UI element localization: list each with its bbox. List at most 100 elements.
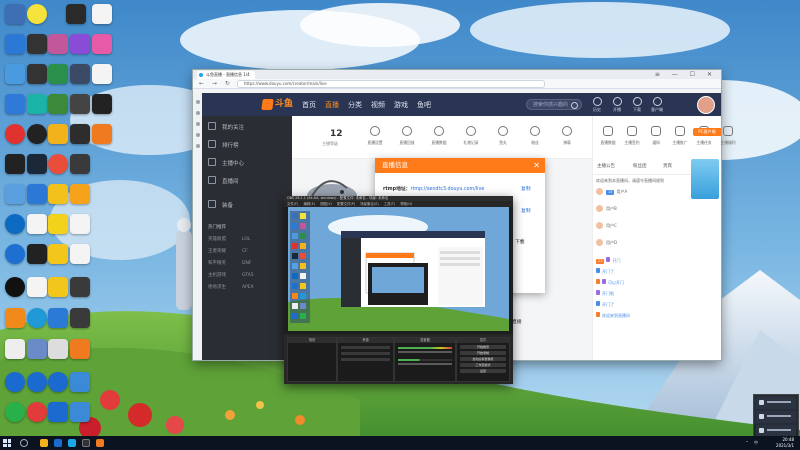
search-icon[interactable] — [20, 439, 28, 447]
system-tray[interactable]: ⌃ 中 — [745, 440, 760, 446]
virtual-camera-button[interactable]: 启动虚拟摄像机 — [460, 357, 506, 361]
obs-menu-tools[interactable]: 工具(T) — [384, 202, 396, 206]
clock[interactable]: 20:48 2021/3/1 — [776, 437, 794, 449]
sidebar-item-gear[interactable]: 装备 — [208, 200, 288, 210]
desktop-icon[interactable] — [48, 184, 68, 204]
search-input[interactable]: 搜索你感兴趣的 — [526, 99, 582, 110]
sidebar-sub-row[interactable]: 王者荣耀 CF — [208, 248, 288, 254]
obs-taskbar-icon[interactable] — [82, 439, 90, 447]
desktop-icon[interactable] — [5, 339, 25, 359]
desktop-icon[interactable] — [5, 34, 25, 54]
notification-item[interactable] — [756, 397, 796, 409]
desktop-icon[interactable] — [5, 372, 25, 392]
sidebar-item-rank[interactable]: 排行榜 — [208, 140, 288, 150]
desktop-icon[interactable] — [27, 184, 47, 204]
desktop-icon[interactable] — [27, 64, 47, 84]
studio-mode-button[interactable]: 工作室模式 — [460, 363, 506, 367]
obs-menu-profile[interactable]: 配置文件(P) — [337, 202, 355, 206]
close-icon[interactable]: ✕ — [533, 158, 540, 173]
browser-taskbar-icon[interactable] — [68, 439, 76, 447]
desktop-icon[interactable] — [70, 124, 90, 144]
sidebar-sub-row[interactable]: 主机游戏 GTA5 — [208, 272, 288, 278]
desktop-icon[interactable] — [5, 4, 25, 24]
desktop-icon[interactable] — [92, 4, 112, 24]
obs-preview[interactable] — [288, 207, 509, 331]
desktop-icon[interactable] — [27, 4, 47, 24]
desktop-icon[interactable] — [5, 214, 25, 234]
audio-mixer-dock[interactable]: 混音器 — [394, 337, 456, 382]
search-icon[interactable] — [571, 102, 578, 109]
desktop-icon[interactable] — [70, 214, 90, 234]
tool-download[interactable]: 下载 — [630, 96, 644, 113]
desktop-icon[interactable] — [27, 244, 47, 264]
browser-nav-buttons[interactable]: ← → ↻ — [199, 79, 233, 88]
desktop-icon[interactable] — [27, 308, 47, 328]
chat-tool-notice[interactable]: 通知 — [645, 126, 667, 146]
desktop-icon[interactable] — [70, 339, 90, 359]
feature-danmaku[interactable]: 弹幕 — [554, 126, 580, 146]
sources-dock[interactable]: 来源 — [337, 337, 394, 382]
nav-item-home[interactable]: 首页 — [302, 100, 316, 110]
nav-item-yuba[interactable]: 鱼吧 — [417, 100, 431, 110]
desktop-icon[interactable] — [27, 34, 47, 54]
desktop-icon[interactable] — [27, 214, 47, 234]
desktop-icon[interactable] — [48, 214, 68, 234]
nav-item-category[interactable]: 分类 — [348, 100, 362, 110]
tool-client[interactable]: 客户端 — [650, 96, 664, 113]
desktop-icon[interactable] — [92, 64, 112, 84]
sidebar-sub-row[interactable]: 英雄联盟 LOL — [208, 236, 288, 242]
source-row[interactable] — [341, 346, 390, 349]
file-explorer-icon[interactable] — [40, 439, 48, 447]
obs-menu-help[interactable]: 帮助(H) — [400, 202, 412, 206]
windows-start-icon[interactable] — [3, 439, 11, 447]
desktop-icon[interactable] — [48, 154, 68, 174]
desktop-icon[interactable] — [5, 277, 25, 297]
feature-fans[interactable]: 粉丝 — [522, 126, 548, 146]
desktop-icon[interactable] — [48, 244, 68, 264]
window-controls[interactable]: ≡ — ☐ ✕ — [655, 70, 717, 79]
obs-menu-file[interactable]: 文件(F) — [287, 202, 298, 206]
desktop-icon[interactable] — [48, 372, 68, 392]
sidebar-item-room[interactable]: 直播间 — [208, 176, 288, 186]
feature-replay[interactable]: 直播回放 — [394, 126, 420, 146]
volume-slider[interactable] — [398, 363, 452, 365]
desktop-icon[interactable] — [92, 94, 112, 114]
desktop-icon[interactable] — [70, 308, 90, 328]
desktop-icon[interactable] — [5, 308, 25, 328]
desktop-icon[interactable] — [70, 64, 90, 84]
start-recording-button[interactable]: 开始录制 — [460, 351, 506, 355]
nav-item-live[interactable]: 直播 — [325, 100, 339, 110]
user-avatar[interactable] — [697, 96, 715, 114]
desktop-icon[interactable] — [27, 124, 47, 144]
desktop-icon[interactable] — [70, 372, 90, 392]
chat-tool-promo[interactable]: 主播推广 — [669, 126, 691, 146]
settings-button[interactable]: 设置 — [460, 369, 506, 373]
source-row[interactable] — [341, 358, 390, 361]
desktop-icon[interactable] — [92, 34, 112, 54]
copy-code-button[interactable]: 复制 — [521, 207, 531, 214]
feature-gifts[interactable]: 礼物记录 — [458, 126, 484, 146]
desktop-icon[interactable] — [70, 184, 90, 204]
desktop-icon[interactable] — [5, 124, 25, 144]
sidebar-sub-row[interactable]: 和平精英 DNF — [208, 260, 288, 266]
event-banner[interactable] — [691, 159, 719, 199]
volume-slider[interactable] — [398, 351, 452, 353]
source-row[interactable] — [341, 352, 390, 355]
desktop-icon[interactable] — [48, 64, 68, 84]
desktop-icon[interactable] — [5, 244, 25, 264]
desktop-icon[interactable] — [70, 277, 90, 297]
desktop-icon[interactable] — [48, 402, 68, 422]
feature-fishball[interactable]: 鱼丸 — [490, 126, 516, 146]
site-logo[interactable]: 斗鱼 — [261, 98, 298, 111]
feature-live-settings[interactable]: 直播设置 — [362, 126, 388, 146]
copy-rtmp-button[interactable]: 复制 — [521, 185, 531, 192]
desktop-icon[interactable] — [5, 154, 25, 174]
chat-tab-notice[interactable]: 主播公告 — [597, 163, 615, 169]
scenes-dock[interactable]: 场景 — [287, 337, 337, 382]
sidebar-item-creator[interactable]: 主播中心 — [208, 158, 288, 168]
notification-item[interactable] — [756, 411, 796, 423]
chat-tab-fans[interactable]: 粉丝团 — [633, 163, 647, 169]
desktop-icon[interactable] — [70, 94, 90, 114]
desktop-icon[interactable] — [92, 124, 112, 144]
sidebar-tool-icon[interactable] — [195, 122, 200, 126]
